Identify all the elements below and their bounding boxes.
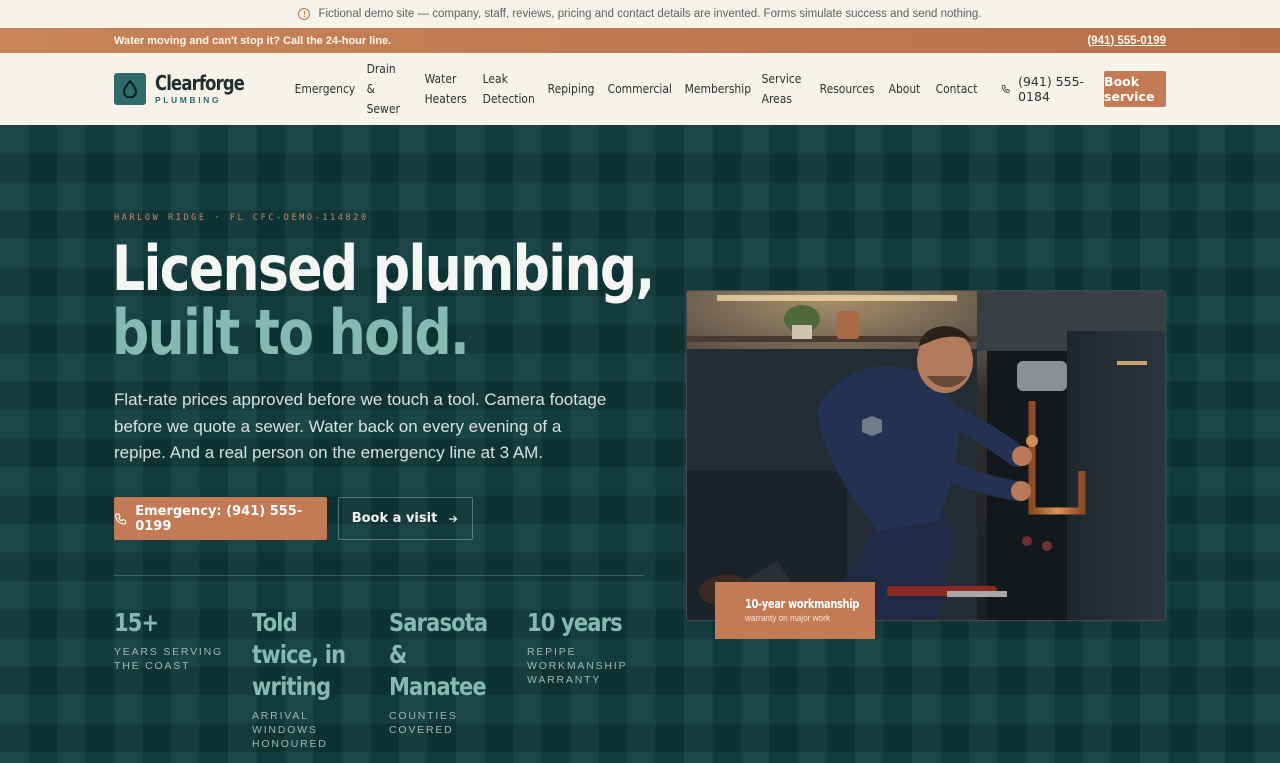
alert-message: Water moving and can't stop it? Call the…	[114, 34, 392, 47]
site-header: Clearforge PLUMBING Emergency Drain & Se…	[0, 53, 1280, 125]
hero-lede: Flat-rate prices approved before we touc…	[114, 390, 607, 462]
stat-label: REPIPE WORKMANSHIP WARRANTY	[527, 646, 628, 686]
nav-about[interactable]: About	[880, 79, 920, 99]
headline-line-2: built to hold.	[112, 296, 470, 369]
brand-name: Clearforge	[155, 71, 245, 95]
stat-value: Sarasota & Manatee	[389, 608, 488, 701]
demo-notice-bar: ! Fictional demo site — company, staff, …	[0, 0, 1280, 28]
nav-service-areas[interactable]: Service Areas	[753, 69, 803, 109]
main-nav: Emergency Drain & Sewer Water Heaters Le…	[286, 59, 983, 119]
stat-label: ARRIVAL WINDOWS HONOURED	[252, 710, 328, 750]
emergency-call-button[interactable]: Emergency: (941) 555-0199	[114, 497, 327, 540]
visit-button-label: Book a visit	[351, 511, 438, 526]
nav-resources[interactable]: Resources	[811, 79, 874, 99]
stat-label: YEARS SERVING THE COAST	[114, 646, 223, 672]
water-drop-icon	[114, 73, 146, 105]
nav-contact[interactable]: Contact	[927, 79, 977, 99]
header-phone-text: (941) 555-0184	[1018, 74, 1085, 104]
stat-years: 15+ YEARS SERVING THE COAST	[114, 607, 244, 673]
hero-eyebrow: HARLOW RIDGE · FL CFC-DEMO-114820	[114, 213, 369, 223]
brand-logo[interactable]: Clearforge PLUMBING	[114, 73, 264, 105]
badge-subtitle: warranty on major work	[745, 613, 830, 624]
nav-drain-sewer[interactable]: Drain & Sewer	[358, 59, 408, 119]
arrow-right-icon	[449, 515, 458, 522]
book-visit-button[interactable]: Book a visit	[338, 497, 473, 540]
nav-emergency[interactable]: Emergency	[286, 79, 355, 99]
phone-icon	[1001, 85, 1010, 93]
stat-value: 15+	[114, 608, 159, 637]
hero-section: HARLOW RIDGE · FL CFC-DEMO-114820 Licens…	[0, 125, 1280, 763]
headline-line-1: Licensed plumbing,	[112, 232, 655, 305]
stat-counties: Sarasota & Manatee COUNTIES COVERED	[389, 607, 514, 737]
brand-tagline: PLUMBING	[155, 95, 222, 105]
book-service-button[interactable]: Book service	[1104, 71, 1166, 107]
emergency-alert-bar: Water moving and can't stop it? Call the…	[0, 28, 1280, 53]
phone-icon	[115, 512, 127, 525]
stat-arrival: Told twice, in writing ARRIVAL WINDOWS H…	[252, 607, 377, 751]
badge-title: 10-year workmanship	[745, 597, 859, 611]
nav-membership[interactable]: Membership	[676, 79, 750, 99]
alert-phone-link[interactable]: (941) 555-0199	[1087, 35, 1166, 47]
hero-headline: Licensed plumbing, built to hold.	[112, 232, 655, 369]
stat-label: COUNTIES COVERED	[389, 710, 458, 736]
stat-warranty: 10 years REPIPE WORKMANSHIP WARRANTY	[527, 607, 637, 687]
plumber-photo	[686, 290, 1166, 621]
nav-repiping[interactable]: Repiping	[539, 79, 594, 99]
nav-commercial[interactable]: Commercial	[599, 79, 671, 99]
warranty-badge: 10-year workmanship warranty on major wo…	[715, 582, 875, 639]
header-phone-link[interactable]: (941) 555-0184	[1001, 74, 1084, 104]
stat-value: Told twice, in writing	[252, 608, 346, 701]
stat-value: 10 years	[527, 608, 623, 637]
emergency-button-label: Emergency: (941) 555-0199	[135, 503, 303, 534]
info-icon: !	[298, 8, 311, 20]
hero-divider	[114, 575, 644, 576]
nav-water-heaters[interactable]: Water Heaters	[416, 69, 466, 109]
nav-leak-detection[interactable]: Leak Detection	[474, 69, 534, 109]
demo-notice-text: Fictional demo site — company, staff, re…	[318, 8, 982, 20]
